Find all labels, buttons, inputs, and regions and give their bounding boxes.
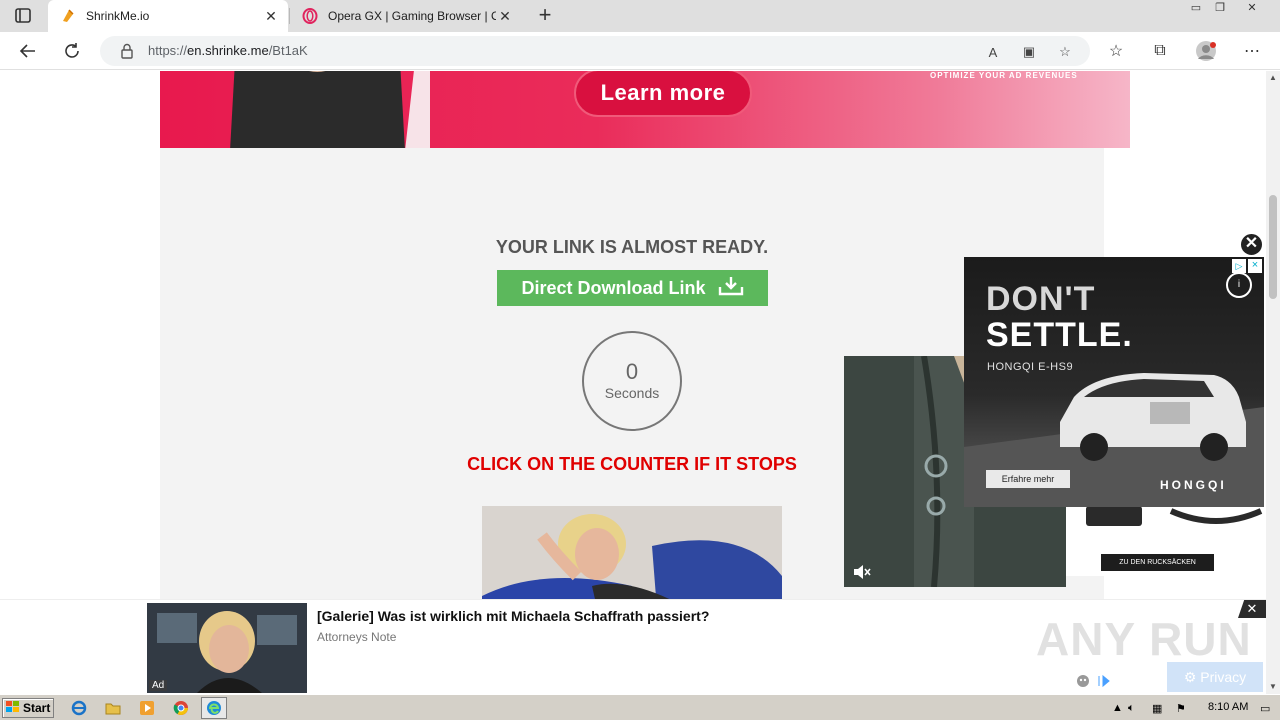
car-ad-brand: HONGQI [1160,478,1227,492]
privacy-label: Privacy [1200,669,1247,685]
navigation-bar: https://en.shrinke.me/Bt1aK A ▣ ☆ ☆ ⧉ ⋯ [0,32,1280,70]
banner-tagline: OPTIMIZE YOUR AD REVENUES [930,71,1078,80]
url-text: https://en.shrinke.me/Bt1aK [148,43,308,58]
close-tab-icon[interactable]: ✕ [262,7,280,25]
car-ad[interactable]: DON'T SETTLE. HONGQI E-HS9 Erfahre mehr … [964,257,1264,507]
system-tray: ▲ 🔈︎ ▦ ⚑ 8:10 AM ▭ [1108,697,1280,719]
start-label: Start [23,701,51,715]
restore-icon[interactable]: ❐ [1208,0,1232,18]
ad-info-icon[interactable]: i [1226,272,1252,298]
add-favorite-icon[interactable]: ☆ [1056,43,1074,61]
profile-avatar[interactable] [1194,39,1218,63]
download-icon [718,276,744,301]
tab-strip: ShrinkMe.io ✕ Opera GX | Gaming Browser … [0,0,1280,32]
top-banner-ad[interactable]: Learn more OPTIMIZE YOUR AD REVENUES [160,71,1130,148]
start-button[interactable]: Start [2,698,54,718]
favorites-icon[interactable]: ☆ [1104,39,1128,63]
bottom-sticky-ad[interactable]: Ad [Galerie] Was ist wirklich mit Michae… [0,599,1266,694]
bottom-ad-thumbnail[interactable]: Ad [147,603,307,693]
anyrun-watermark: ANY RUN [1036,613,1252,665]
immersive-reader-icon[interactable]: ▣ [1020,43,1038,61]
minimize-icon[interactable]: ▭ [1184,0,1208,18]
tab-actions-icon[interactable] [12,6,34,26]
show-desktop-icon[interactable]: ▭ [1260,702,1270,715]
flag-icon[interactable]: ⚑ [1176,702,1186,715]
banner-person-image [200,71,478,148]
tab-opera-gx[interactable]: Opera GX | Gaming Browser | Op ✕ [290,0,522,32]
download-button-label: Direct Download Link [521,277,706,298]
close-bottom-ad-button[interactable]: ✕ [1238,600,1266,618]
clock[interactable]: 8:10 AM [1208,701,1248,713]
ad-close-x-icon[interactable]: × [1248,259,1262,273]
learn-more-button[interactable]: Learn more [574,71,752,117]
counter-unit: Seconds [604,385,660,401]
bottom-ad-source: Attorneys Note [317,630,397,644]
collections-icon[interactable]: ⧉ [1148,39,1172,63]
chrome-icon[interactable] [172,699,190,717]
new-tab-button[interactable]: + [534,4,556,27]
close-window-icon[interactable]: ✕ [1240,0,1264,18]
ie-icon[interactable] [70,699,88,717]
tab-shrinkme[interactable]: ShrinkMe.io ✕ [48,0,288,32]
tab-title: ShrinkMe.io [86,9,150,23]
scroll-thumb[interactable] [1269,195,1277,299]
ad-badge: Ad [149,680,168,691]
adchoices-icon[interactable]: ▷ [1232,259,1246,273]
page-scrollbar[interactable]: ▲ ▼ [1266,71,1280,694]
back-button[interactable] [16,39,40,63]
close-car-ad-button[interactable]: ✕ [1239,232,1264,257]
tray-arrow-icon[interactable]: ▲ [1112,702,1123,714]
address-bar[interactable]: https://en.shrinke.me/Bt1aK A ▣ ☆ [100,36,1090,66]
volume-icon[interactable]: 🔈︎ [1128,702,1135,715]
gear-icon: ⚙ [1183,669,1201,685]
edge-icon[interactable] [201,697,227,719]
windows-logo-icon [5,700,21,717]
close-tab-icon[interactable]: ✕ [496,7,514,25]
lock-icon[interactable] [120,43,134,59]
page-heading: YOUR LINK IS ALMOST READY. [495,237,769,257]
folder-icon[interactable] [104,699,122,717]
car-ad-cta-button[interactable]: Erfahre mehr [986,470,1070,488]
reload-button[interactable] [60,39,84,63]
tab-title: Opera GX | Gaming Browser | Op [328,9,496,23]
car-ad-headline-2: SETTLE. [986,316,1133,354]
opera-favicon-icon [302,8,318,24]
car-ad-headline-1: DON'T [986,280,1096,318]
scroll-down-arrow-icon[interactable]: ▼ [1266,682,1280,692]
backpacks-button[interactable]: ZU DEN RUCKSÄCKEN [1101,554,1214,571]
ad-provider-icons[interactable] [1075,673,1115,689]
mute-icon[interactable] [852,563,872,581]
network-icon[interactable]: ▦ [1152,702,1162,715]
shrinkme-favicon-icon [60,8,76,24]
side-ad-backpacks[interactable]: ZU DEN RUCKSÄCKEN [1066,506,1266,576]
car-ad-model: HONGQI E-HS9 [987,361,1074,373]
more-menu-icon[interactable]: ⋯ [1240,39,1264,63]
privacy-button[interactable]: ⚙ Privacy [1167,662,1263,692]
media-player-icon[interactable] [138,699,156,717]
countdown-counter[interactable]: 0 Seconds [582,331,682,431]
bottom-ad-title[interactable]: [Galerie] Was ist wirklich mit Michaela … [317,608,709,624]
direct-download-button[interactable]: Direct Download Link [497,270,768,306]
scroll-up-arrow-icon[interactable]: ▲ [1266,73,1280,83]
read-aloud-icon[interactable]: A [984,43,1002,61]
taskbar: Start ▲ 🔈︎ ▦ ⚑ 8:10 AM ▭ [0,694,1280,720]
counter-value: 0 [625,359,639,384]
page-viewport: Learn more OPTIMIZE YOUR AD REVENUES YOU… [0,71,1266,694]
